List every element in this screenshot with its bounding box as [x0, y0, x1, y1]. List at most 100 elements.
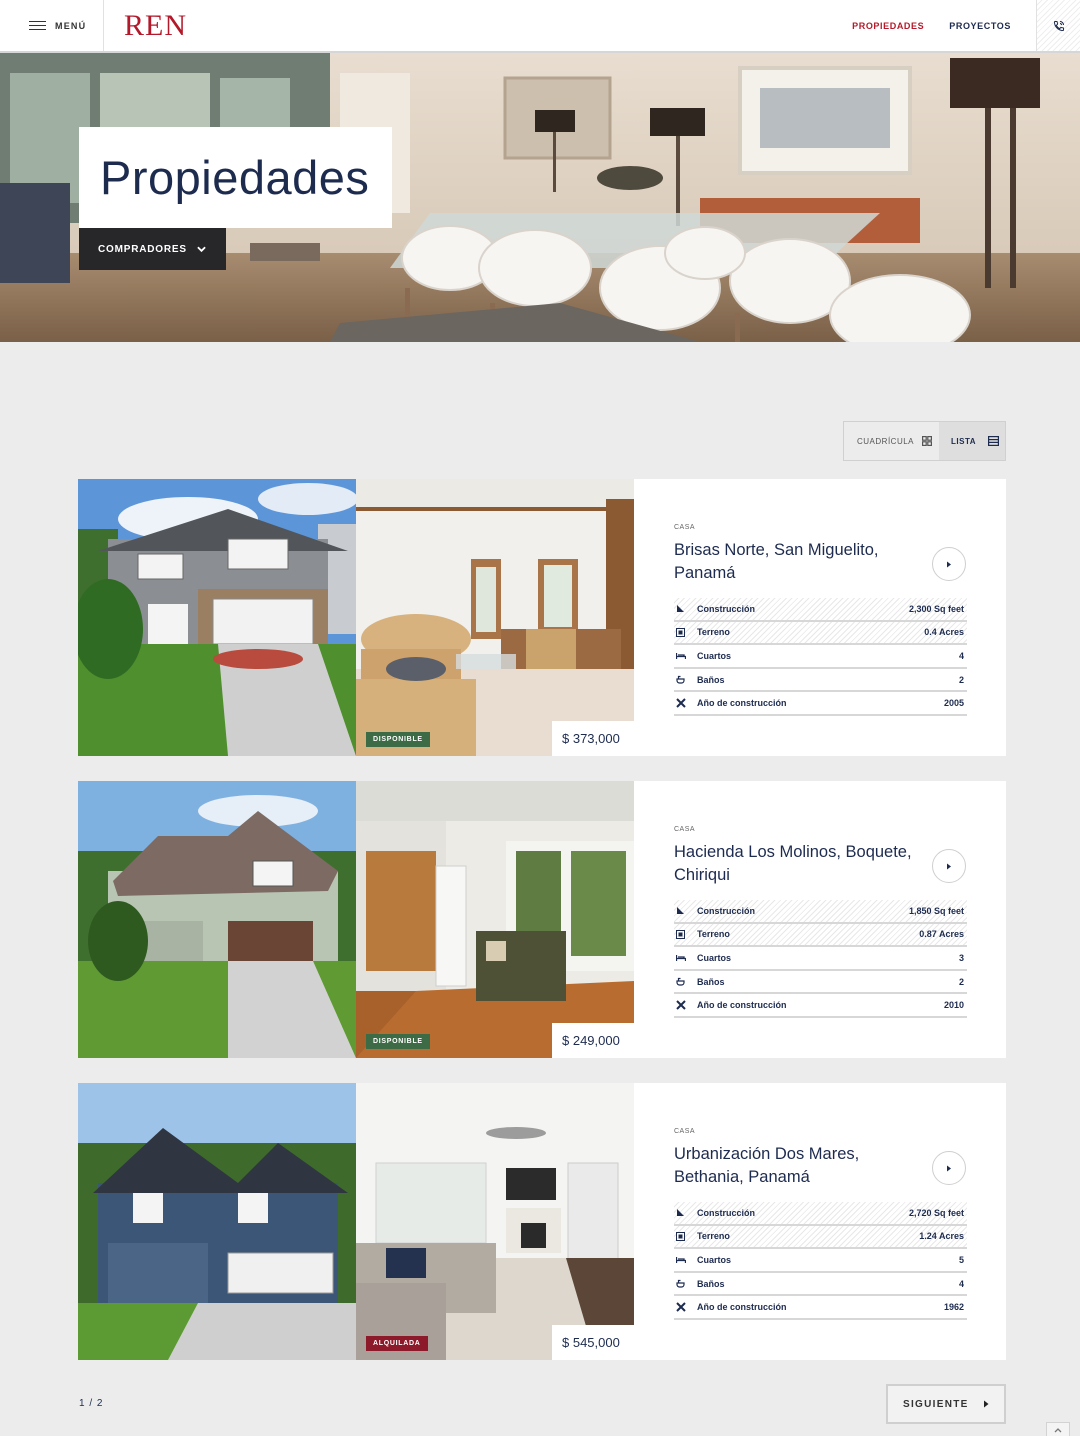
- spec-label: Construcción: [697, 603, 756, 614]
- spec-row-year: Año de construcción 2010: [674, 994, 967, 1018]
- spec-value: 2005: [943, 698, 964, 709]
- property-type: CASA: [674, 524, 696, 531]
- spec-value: 2,720 Sq feet: [908, 1207, 964, 1218]
- scroll-to-top-button[interactable]: [1046, 1422, 1070, 1436]
- spec-label: Terreno: [697, 1231, 730, 1242]
- land-icon: [674, 929, 697, 939]
- spec-row-construction: Construcción 1,850 Sq feet: [674, 900, 967, 924]
- house-exterior-photo[interactable]: [78, 1083, 356, 1360]
- play-arrow-icon: [947, 863, 951, 869]
- spec-label: Año de construcción: [697, 1000, 787, 1011]
- buyers-dropdown[interactable]: COMPRADORES: [79, 228, 226, 270]
- house-interior-photo[interactable]: [356, 479, 634, 756]
- property-type: CASA: [674, 826, 696, 833]
- buyers-dropdown-label: COMPRADORES: [98, 243, 187, 255]
- spec-value: 2,300 Sq feet: [908, 603, 964, 614]
- house-interior-photo[interactable]: [356, 1083, 634, 1360]
- bed-icon: [674, 954, 697, 962]
- logo[interactable]: REN: [124, 9, 187, 43]
- construction-area-icon: [674, 1208, 697, 1217]
- page-title: Propiedades: [100, 151, 370, 204]
- spec-row-construction: Construcción 2,300 Sq feet: [674, 598, 967, 622]
- menu-label: MENÚ: [55, 20, 87, 31]
- nav-link-propiedades[interactable]: PROPIEDADES: [852, 21, 924, 31]
- spec-label: Cuartos: [697, 650, 732, 661]
- view-property-button[interactable]: [932, 547, 966, 581]
- specs-table: Construcción 1,850 Sq feet Terreno 0.87 …: [674, 900, 967, 1018]
- list-icon: [988, 436, 1000, 446]
- spec-value: 1.24 Acres: [919, 1231, 964, 1242]
- chevron-down-icon: [197, 246, 206, 253]
- specs-table: Construcción 2,300 Sq feet Terreno 0.4 A…: [674, 598, 967, 716]
- hero-banner: Propiedades COMPRADORES: [0, 53, 1080, 342]
- spec-label: Año de construcción: [697, 698, 787, 709]
- house-interior-photo[interactable]: [356, 781, 634, 1058]
- property-name[interactable]: Brisas Norte, San Miguelito, Panamá: [674, 539, 914, 585]
- land-icon: [674, 1231, 697, 1241]
- spec-label: Cuartos: [697, 1254, 732, 1265]
- play-arrow-icon: [947, 561, 951, 567]
- spec-row-land: Terreno 0.4 Acres: [674, 621, 967, 646]
- spec-value: 0.4 Acres: [924, 627, 964, 638]
- spec-value: 4: [958, 1278, 964, 1289]
- play-arrow-icon: [947, 1165, 951, 1171]
- spec-row-year: Año de construcción 1962: [674, 1296, 967, 1320]
- status-badge: DISPONIBLE: [366, 1034, 430, 1049]
- spec-row-baths: Baños 4: [674, 1273, 967, 1297]
- spec-value: 5: [958, 1254, 964, 1265]
- property-card[interactable]: DISPONIBLE $ 373,000 CASA Brisas Norte, …: [78, 479, 1006, 756]
- house-exterior-photo[interactable]: [78, 479, 356, 756]
- spec-label: Construcción: [697, 1207, 756, 1218]
- price: $ 373,000: [552, 721, 634, 756]
- bed-icon: [674, 1256, 697, 1264]
- price: $ 545,000: [552, 1325, 634, 1360]
- spec-row-baths: Baños 2: [674, 971, 967, 995]
- spec-row-baths: Baños 2: [674, 669, 967, 693]
- view-property-button[interactable]: [932, 1151, 966, 1185]
- property-name[interactable]: Urbanización Dos Mares, Bethania, Panamá: [674, 1143, 914, 1189]
- nav-link-proyectos[interactable]: PROYECTOS: [949, 21, 1011, 31]
- list-view-button[interactable]: LISTA: [939, 422, 1005, 460]
- main-nav: PROPIEDADES PROYECTOS: [852, 0, 1080, 51]
- spec-row-land: Terreno 1.24 Acres: [674, 1225, 967, 1250]
- spec-value: 1,850 Sq feet: [908, 905, 964, 916]
- spec-value: 2: [958, 674, 964, 685]
- tools-icon: [674, 1000, 697, 1010]
- construction-area-icon: [674, 604, 697, 613]
- spec-row-construction: Construcción 2,720 Sq feet: [674, 1202, 967, 1226]
- phone-button[interactable]: [1036, 0, 1080, 51]
- specs-table: Construcción 2,720 Sq feet Terreno 1.24 …: [674, 1202, 967, 1320]
- spec-value: 3: [958, 952, 964, 963]
- status-badge: DISPONIBLE: [366, 732, 430, 747]
- house-exterior-photo[interactable]: [78, 781, 356, 1058]
- spec-label: Construcción: [697, 905, 756, 916]
- property-card[interactable]: DISPONIBLE $ 249,000 CASA Hacienda Los M…: [78, 781, 1006, 1058]
- property-card[interactable]: ALQUILADA $ 545,000 CASA Urbanización Do…: [78, 1083, 1006, 1360]
- list-view-label: LISTA: [951, 436, 977, 446]
- spec-value: 0.87 Acres: [919, 929, 964, 940]
- spec-label: Terreno: [697, 627, 730, 638]
- spec-label: Terreno: [697, 929, 730, 940]
- grid-view-button[interactable]: CUADRÍCULA: [844, 422, 939, 460]
- spec-value: 1962: [943, 1302, 964, 1313]
- bath-icon: [674, 1279, 697, 1288]
- spec-label: Baños: [697, 674, 725, 685]
- property-type: CASA: [674, 1128, 696, 1135]
- view-property-button[interactable]: [932, 849, 966, 883]
- spec-row-rooms: Cuartos 5: [674, 1249, 967, 1273]
- property-name[interactable]: Hacienda Los Molinos, Boquete, Chiriqui: [674, 841, 914, 887]
- page-counter: 1 / 2: [79, 1398, 104, 1409]
- spec-row-year: Año de construcción 2005: [674, 692, 967, 716]
- spec-value: 2: [958, 976, 964, 987]
- spec-row-rooms: Cuartos 4: [674, 645, 967, 669]
- spec-label: Año de construcción: [697, 1302, 787, 1313]
- bed-icon: [674, 652, 697, 660]
- hamburger-icon: [29, 20, 46, 31]
- chevron-up-icon: [1054, 1428, 1062, 1433]
- construction-area-icon: [674, 906, 697, 915]
- next-page-button[interactable]: SIGUIENTE: [886, 1384, 1006, 1424]
- spec-value: 2010: [943, 1000, 964, 1011]
- bath-icon: [674, 675, 697, 684]
- site-header: MENÚ REN PROPIEDADES PROYECTOS: [0, 0, 1080, 53]
- menu-button[interactable]: MENÚ: [0, 0, 104, 51]
